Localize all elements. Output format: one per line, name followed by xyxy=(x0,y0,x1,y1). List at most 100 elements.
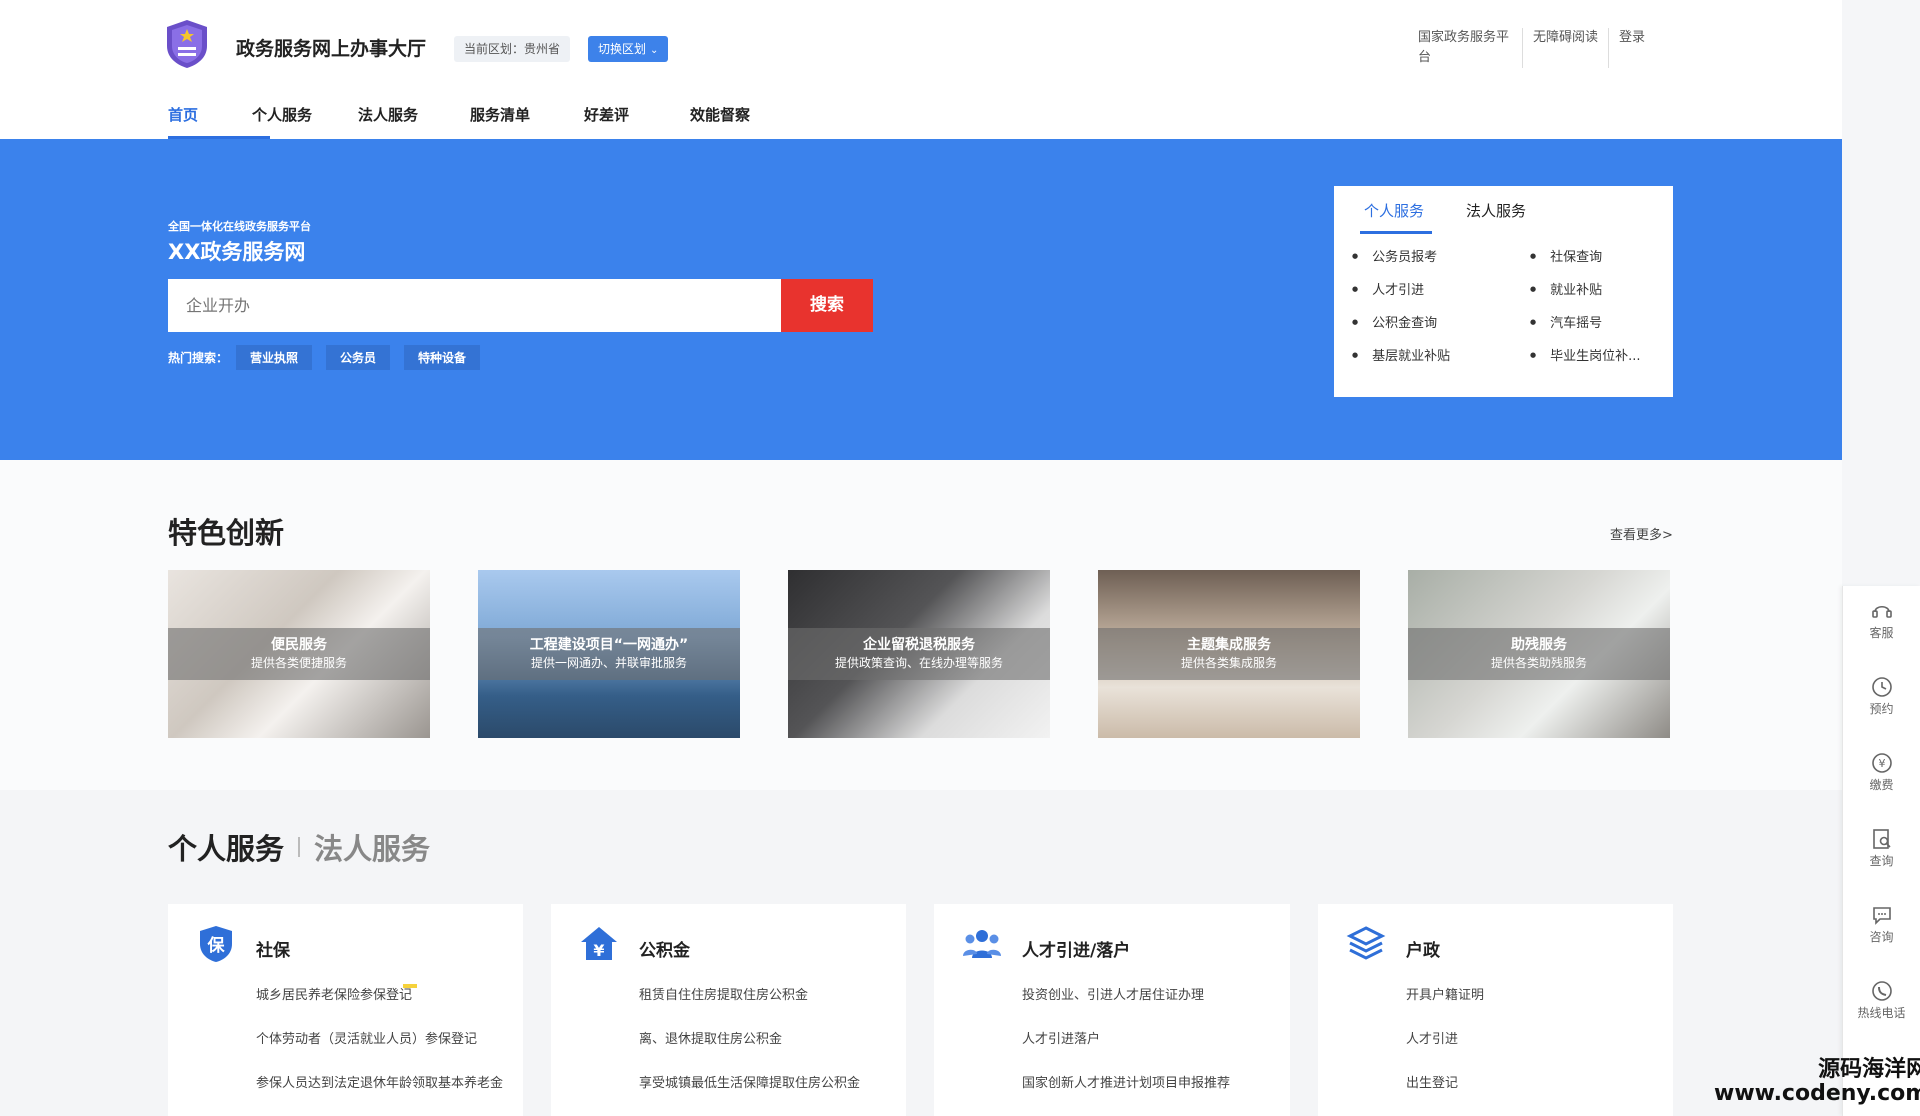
service-link[interactable]: 城乡居民养老保险参保登记1 xyxy=(256,984,516,1028)
logo-shield-icon[interactable] xyxy=(164,18,210,70)
card-title: 便民服务 xyxy=(271,637,327,653)
feature-card-construction[interactable]: 工程建设项目“一网通办” 提供一网通办、并联审批服务 xyxy=(478,570,740,738)
feature-card-tax[interactable]: 企业留税退税服务 提供政策查询、在线办理等服务 xyxy=(788,570,1050,738)
card-links: 租赁自住住房提取住房公积金 离、退休提取住房公积金 享受城镇最低生活保障提取住房… xyxy=(639,984,899,1116)
hot-search-label: 热门搜索： xyxy=(168,351,229,365)
dock-consult[interactable]: 咨询 xyxy=(1843,890,1920,966)
quick-service-item[interactable]: 毕业生岗位补... xyxy=(1530,345,1662,364)
service-link[interactable]: 个体劳动者（灵活就业人员）参保登记 xyxy=(256,1028,516,1072)
accessibility-link[interactable]: 无障碍阅读 xyxy=(1522,28,1608,68)
nav-supervision[interactable]: 效能督察 xyxy=(690,104,770,139)
dock-label: 咨询 xyxy=(1869,930,1894,944)
service-link[interactable]: 享受城镇最低生活保障提取住房公积金 xyxy=(639,1072,899,1116)
card-desc: 提供政策查询、在线办理等服务 xyxy=(834,656,1003,670)
quick-service-item[interactable]: 人才引进 xyxy=(1352,279,1530,298)
dock-appointment[interactable]: 预约 xyxy=(1843,662,1920,738)
card-title: 社保 xyxy=(256,941,290,961)
yuan-house-icon: ¥ xyxy=(581,927,617,960)
tab-divider xyxy=(298,837,301,857)
card-title: 工程建设项目“一网通办” xyxy=(529,637,689,653)
quick-service-item[interactable]: 汽车摇号 xyxy=(1530,312,1662,331)
dock-label: 查询 xyxy=(1869,854,1894,868)
svg-text:保: 保 xyxy=(207,935,226,956)
service-link[interactable]: 离、退休提取住房公积金 xyxy=(639,1028,899,1072)
quick-service-item[interactable]: 就业补贴 xyxy=(1530,279,1662,298)
top-links: 国家政务服务平台 无障碍阅读 登录 xyxy=(1412,28,1655,68)
service-link[interactable]: 出生登记 xyxy=(1406,1072,1666,1116)
quick-service-panel: 个人服务 法人服务 公务员报考 社保查询 人才引进 就业补贴 公积金查询 汽车摇… xyxy=(1334,186,1673,397)
service-card-social-security: 保 社保 城乡居民养老保险参保登记1 个体劳动者（灵活就业人员）参保登记 参保人… xyxy=(168,904,523,1116)
hot-tag[interactable]: 营业执照 xyxy=(236,345,313,370)
feature-card-theme[interactable]: 主题集成服务 提供各类集成服务 xyxy=(1098,570,1360,738)
tab-personal-services[interactable]: 个人服务 xyxy=(168,826,284,868)
dock-payment[interactable]: ¥ 缴费 xyxy=(1843,738,1920,814)
feature-card-disability[interactable]: 助残服务 提供各类助残服务 xyxy=(1408,570,1670,738)
card-title: 户政 xyxy=(1406,941,1440,961)
service-card-talent: 人才引进/落户 投资创业、引进人才居住证办理 人才引进落户 国家创新人才推进计划… xyxy=(934,904,1290,1116)
shield-bao-icon: 保 xyxy=(200,926,232,962)
watermark-line2: www.codeny.com xyxy=(1714,1081,1920,1106)
nav-home[interactable]: 首页 xyxy=(168,104,270,139)
service-link[interactable]: 参保人员达到法定退休年龄领取基本养老金 xyxy=(256,1072,516,1116)
dock-customer-service[interactable]: 客服 xyxy=(1843,586,1920,662)
feature-card-convenience[interactable]: 便民服务 提供各类便捷服务 xyxy=(168,570,430,738)
search-input[interactable] xyxy=(168,279,781,332)
dock-label: 预约 xyxy=(1869,702,1894,716)
tab-personal[interactable]: 个人服务 xyxy=(1360,200,1433,234)
service-link[interactable]: 投资创业、引进人才居住证办理 xyxy=(1022,984,1282,1028)
dock-label: 客服 xyxy=(1869,626,1894,640)
card-title: 企业留税退税服务 xyxy=(863,637,975,653)
chat-icon xyxy=(1872,907,1891,925)
tab-legal-services[interactable]: 法人服务 xyxy=(314,826,430,868)
dock-query[interactable]: 查询 xyxy=(1843,814,1920,890)
quick-service-list: 公务员报考 社保查询 人才引进 就业补贴 公积金查询 汽车摇号 基层就业补贴 毕… xyxy=(1352,246,1662,364)
switch-region-label: 切换区划 xyxy=(598,42,647,56)
national-platform-link[interactable]: 国家政务服务平台 xyxy=(1412,28,1522,68)
watermark: 源码海洋网 www.codeny.com xyxy=(1714,1058,1920,1106)
switch-region-button[interactable]: 切换区划 ⌄ xyxy=(588,36,669,62)
service-card-housing-fund: ¥ 公积金 租赁自住住房提取住房公积金 离、退休提取住房公积金 享受城镇最低生活… xyxy=(551,904,906,1116)
card-links: 开具户籍证明 人才引进 出生登记 xyxy=(1406,984,1666,1116)
clock-icon xyxy=(1871,677,1892,697)
login-link[interactable]: 登录 xyxy=(1608,28,1655,68)
nav-evaluation[interactable]: 好差评 xyxy=(584,104,690,139)
quick-service-tabs: 个人服务 法人服务 xyxy=(1360,200,1560,234)
page: 政务服务网上办事大厅 当前区划：贵州省 切换区划 ⌄ 国家政务服务平台 无障碍阅读… xyxy=(0,0,1842,1116)
card-title: 人才引进/落户 xyxy=(1022,941,1131,961)
quick-service-item[interactable]: 公务员报考 xyxy=(1352,246,1530,265)
phone-icon xyxy=(1871,981,1892,1001)
service-link[interactable]: 租赁自住住房提取住房公积金 xyxy=(639,984,899,1028)
card-links: 投资创业、引进人才居住证办理 人才引进落户 国家创新人才推进计划项目申报推荐 xyxy=(1022,984,1282,1116)
quick-service-item[interactable]: 公积金查询 xyxy=(1352,312,1530,331)
service-link[interactable]: 开具户籍证明 xyxy=(1406,984,1666,1028)
nav-service-list[interactable]: 服务清单 xyxy=(470,104,584,139)
hero-banner: 全国一体化在线政务服务平台 XX政务服务网 搜索 热门搜索： 营业执照 公务员 … xyxy=(0,139,1842,460)
nav-legal-services[interactable]: 法人服务 xyxy=(358,104,470,139)
dock-label: 缴费 xyxy=(1869,778,1894,792)
tab-legal[interactable]: 法人服务 xyxy=(1466,200,1526,234)
card-desc: 提供各类助残服务 xyxy=(1490,656,1587,670)
hot-search: 热门搜索： 营业执照 公务员 特种设备 xyxy=(168,345,494,370)
quick-service-item[interactable]: 社保查询 xyxy=(1530,246,1662,265)
watermark-line1: 源码海洋网 xyxy=(1818,1057,1920,1082)
service-link[interactable]: 国家创新人才推进计划项目申报推荐 xyxy=(1022,1072,1282,1116)
svg-text:¥: ¥ xyxy=(1878,757,1885,770)
hero-subtitle: 全国一体化在线政务服务平台 xyxy=(168,220,311,233)
card-desc: 提供各类集成服务 xyxy=(1180,656,1277,670)
current-region-label: 当前区划：贵州省 xyxy=(454,36,571,62)
service-card-household: 户政 开具户籍证明 人才引进 出生登记 xyxy=(1318,904,1673,1116)
hot-tag[interactable]: 公务员 xyxy=(326,345,391,370)
svg-text:¥: ¥ xyxy=(593,941,604,960)
site-title[interactable]: 政务服务网上办事大厅 xyxy=(236,34,426,61)
right-toolbar: 客服 预约 ¥ 缴费 查询 咨询 热线电话 xyxy=(1842,586,1920,1116)
hot-tag[interactable]: 特种设备 xyxy=(404,345,481,370)
card-title: 助残服务 xyxy=(1511,637,1567,653)
search-button[interactable]: 搜索 xyxy=(781,279,873,332)
service-link[interactable]: 人才引进落户 xyxy=(1022,1028,1282,1072)
section-title: 特色创新 xyxy=(168,516,285,550)
service-link[interactable]: 人才引进 xyxy=(1406,1028,1666,1072)
nav-personal-services[interactable]: 个人服务 xyxy=(252,104,358,139)
view-more-link[interactable]: 查看更多> xyxy=(1610,524,1673,543)
dock-hotline[interactable]: 热线电话 xyxy=(1843,966,1920,1042)
quick-service-item[interactable]: 基层就业补贴 xyxy=(1352,345,1530,364)
